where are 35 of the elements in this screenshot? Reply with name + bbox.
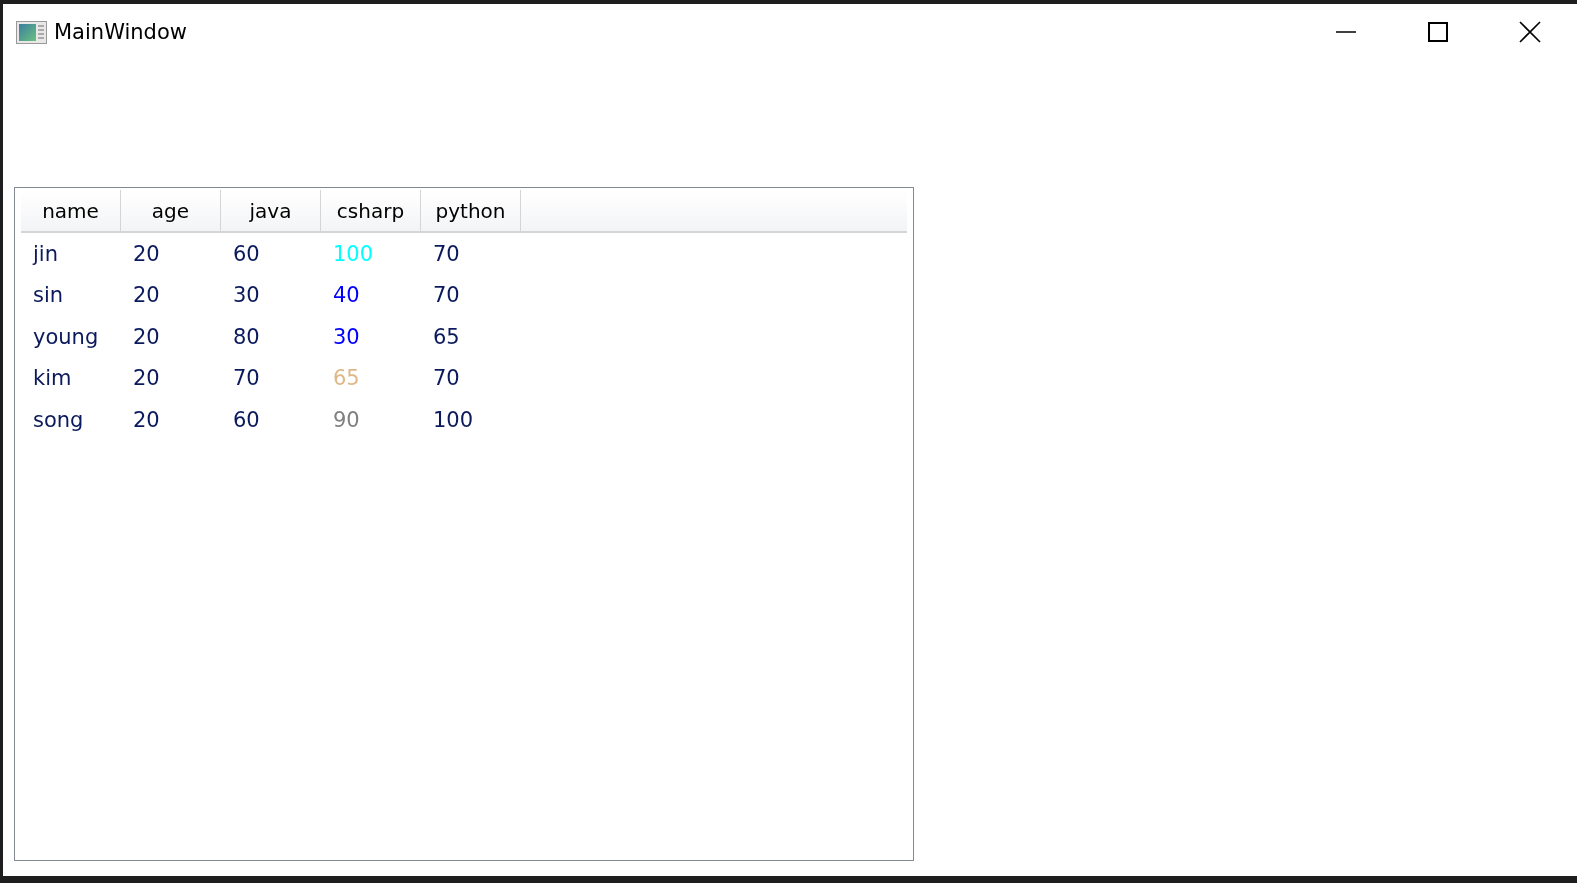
window-title: MainWindow xyxy=(54,20,187,44)
table-cell: young xyxy=(33,324,99,349)
window-icon xyxy=(16,20,47,44)
table-cell: 20 xyxy=(133,283,160,308)
table-cell: 80 xyxy=(233,324,260,349)
table-cell: 20 xyxy=(133,241,160,266)
table-cell: song xyxy=(33,407,84,432)
maximize-icon xyxy=(1427,21,1449,43)
close-icon xyxy=(1519,21,1541,43)
column-header[interactable]: csharp xyxy=(321,190,421,231)
table-cell: 20 xyxy=(133,324,160,349)
table-cell: 70 xyxy=(433,366,460,391)
table-cell: 30 xyxy=(333,324,360,349)
table-cell: 70 xyxy=(433,241,460,266)
column-header[interactable]: python xyxy=(421,190,521,231)
table-cell: kim xyxy=(33,366,72,391)
table-cell: 100 xyxy=(333,241,374,266)
table-cell: 90 xyxy=(333,407,360,432)
table-cell: 40 xyxy=(333,283,360,308)
table-cell: 20 xyxy=(133,366,160,391)
table-cell: 20 xyxy=(133,407,160,432)
table-cell: 60 xyxy=(233,241,260,266)
table-cell: jin xyxy=(33,241,58,266)
table-cell: 65 xyxy=(433,324,460,349)
table-cell: 100 xyxy=(433,407,474,432)
table-cell: 70 xyxy=(233,366,260,391)
table-cell: sin xyxy=(33,283,64,308)
table-cell: 60 xyxy=(233,407,260,432)
column-header[interactable]: age xyxy=(121,190,221,231)
column-header[interactable]: name xyxy=(21,190,121,231)
minimize-icon xyxy=(1335,31,1357,33)
table-cell: 65 xyxy=(333,366,360,391)
table-cell: 70 xyxy=(433,283,460,308)
column-header[interactable]: java xyxy=(221,190,321,231)
table-cell: 30 xyxy=(233,283,260,308)
